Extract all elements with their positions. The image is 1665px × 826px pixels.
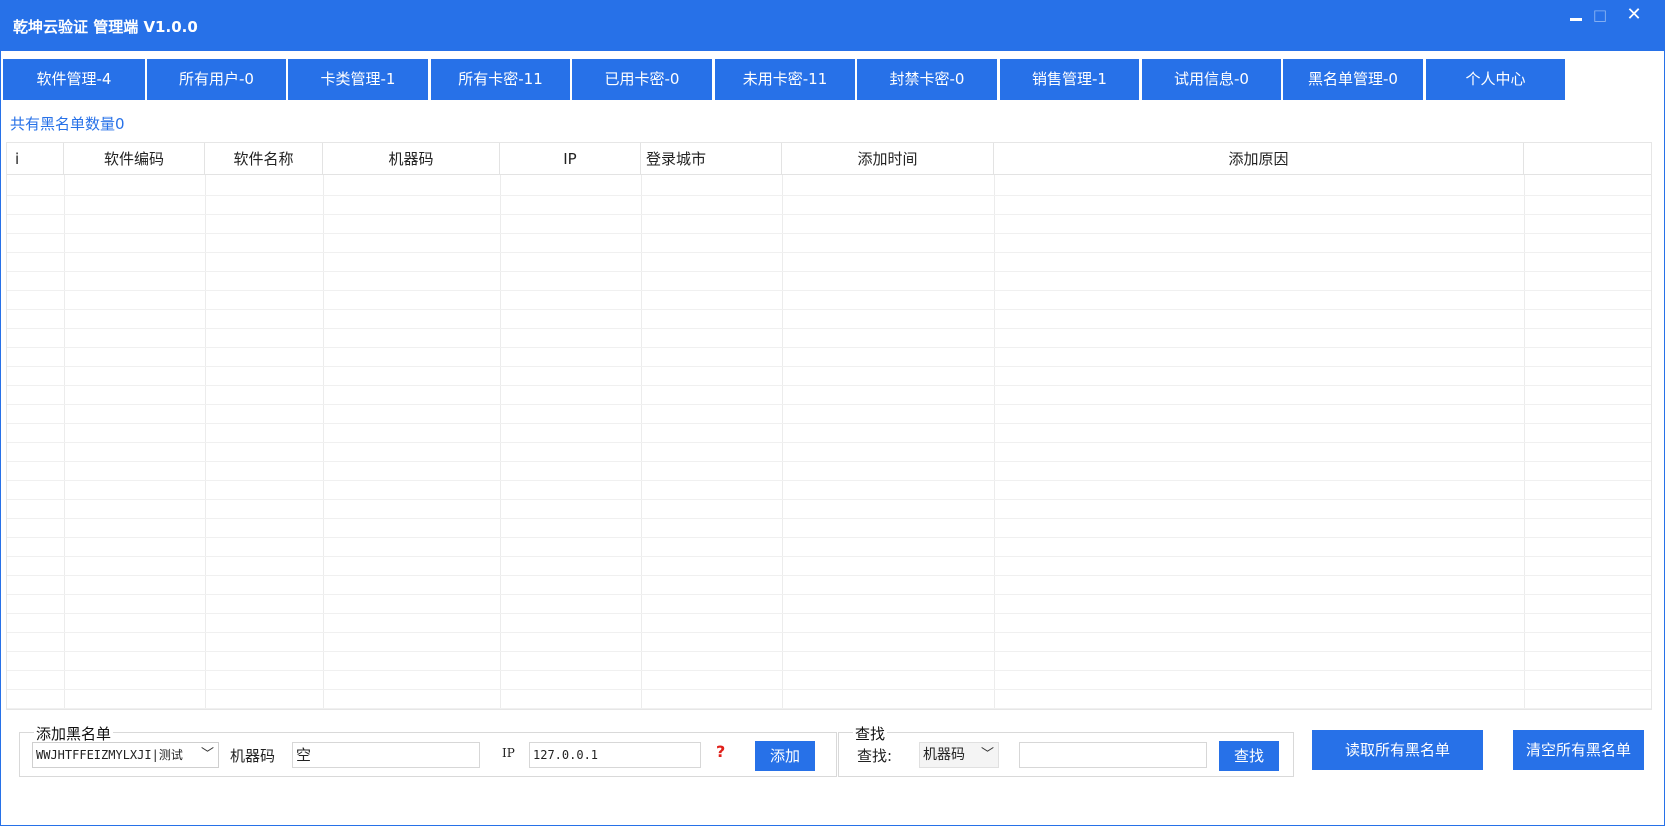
find-field-select-value: 机器码 [923, 747, 965, 763]
grid-row-line [7, 651, 1651, 652]
software-select[interactable]: WWJHTFFEIZMYLXJI|测试 ﹀ [32, 742, 219, 768]
tab-bar: 软件管理-4 所有用户-0 卡类管理-1 所有卡密-11 已用卡密-0 未用卡密… [3, 59, 1665, 100]
grid-row-line [7, 708, 1651, 709]
main-window: 乾坤云验证 管理端 V1.0.0 □ ✕ 软件管理-4 所有用户-0 卡类管理-… [0, 0, 1665, 826]
minimize-button[interactable] [1563, 4, 1589, 26]
grid-row-line [7, 423, 1651, 424]
col-add-time[interactable]: 添加时间 [782, 143, 994, 175]
help-icon[interactable]: ? [716, 742, 725, 761]
col-software-code[interactable]: 软件编码 [64, 143, 205, 175]
grid-row-line [7, 366, 1651, 367]
read-all-blacklist-button[interactable]: 读取所有黑名单 [1312, 730, 1483, 770]
grid-row-line [7, 518, 1651, 519]
maximize-button[interactable]: □ [1587, 4, 1613, 26]
chevron-down-icon: ﹀ [980, 747, 994, 762]
find-group-title: 查找 [853, 723, 888, 744]
grid-row-line [7, 575, 1651, 576]
grid-row-line [7, 252, 1651, 253]
grid-row-line [7, 309, 1651, 310]
grid-row-line [7, 328, 1651, 329]
tab-used-cards[interactable]: 已用卡密-0 [572, 59, 712, 100]
close-button[interactable]: ✕ [1621, 4, 1647, 26]
grid-row-line [7, 632, 1651, 633]
tab-banned-cards[interactable]: 封禁卡密-0 [857, 59, 997, 100]
grid-row-line [7, 442, 1651, 443]
tab-card-types[interactable]: 卡类管理-1 [288, 59, 428, 100]
col-add-reason[interactable]: 添加原因 [994, 143, 1524, 175]
title-bar[interactable]: 乾坤云验证 管理端 V1.0.0 □ ✕ [1, 1, 1665, 51]
grid-row-line [7, 404, 1651, 405]
ip-input[interactable]: 127.0.0.1 [529, 742, 701, 768]
tab-profile[interactable]: 个人中心 [1426, 59, 1565, 100]
find-query-input[interactable] [1019, 742, 1207, 768]
tab-trial-info[interactable]: 试用信息-0 [1142, 59, 1281, 100]
table-header: i 软件编码 软件名称 机器码 IP 登录城市 添加时间 添加原因 [7, 143, 1651, 175]
tab-unused-cards[interactable]: 未用卡密-11 [715, 59, 855, 100]
tab-sales[interactable]: 销售管理-1 [1000, 59, 1139, 100]
chevron-down-icon: ﹀ [200, 747, 214, 762]
machine-code-label: 机器码 [230, 747, 276, 765]
add-button[interactable]: 添加 [755, 741, 815, 771]
find-button[interactable]: 查找 [1219, 741, 1279, 771]
grid-row-line [7, 385, 1651, 386]
grid-row-line [7, 537, 1651, 538]
grid-row-line [7, 347, 1651, 348]
tab-users[interactable]: 所有用户-0 [147, 59, 286, 100]
window-title: 乾坤云验证 管理端 V1.0.0 [13, 18, 198, 36]
col-software-name[interactable]: 软件名称 [205, 143, 323, 175]
grid-row-line [7, 556, 1651, 557]
add-blacklist-title: 添加黑名单 [34, 723, 114, 744]
tab-all-cards[interactable]: 所有卡密-11 [431, 59, 570, 100]
add-blacklist-group: 添加黑名单 WWJHTFFEIZMYLXJI|测试 ﹀ 机器码 空 IP 127… [19, 723, 837, 777]
tab-blacklist[interactable]: 黑名单管理-0 [1283, 59, 1423, 100]
grid-row-line [7, 480, 1651, 481]
grid-row-line [7, 214, 1651, 215]
grid-row-line [7, 195, 1651, 196]
ip-label: IP [502, 746, 515, 760]
machine-code-input[interactable]: 空 [292, 742, 480, 768]
find-group: 查找 查找: 机器码 ﹀ 查找 [838, 723, 1294, 777]
grid-row-line [7, 689, 1651, 690]
grid-row-line [7, 461, 1651, 462]
grid-row-line [7, 233, 1651, 234]
grid-row-line [7, 271, 1651, 272]
close-icon: ✕ [1626, 4, 1642, 25]
grid-row-line [7, 594, 1651, 595]
grid-row-line [7, 613, 1651, 614]
col-login-city[interactable]: 登录城市 [641, 143, 782, 175]
col-ip[interactable]: IP [500, 143, 641, 175]
clear-all-blacklist-button[interactable]: 清空所有黑名单 [1513, 730, 1644, 770]
find-field-select[interactable]: 机器码 ﹀ [919, 742, 999, 768]
grid-row-line [7, 670, 1651, 671]
col-machine-code[interactable]: 机器码 [323, 143, 500, 175]
grid-row-line [7, 290, 1651, 291]
blacklist-count: 共有黑名单数量0 [10, 115, 125, 133]
minimize-icon [1570, 18, 1582, 21]
software-select-value: WWJHTFFEIZMYLXJI|测试 [36, 748, 183, 762]
blacklist-table[interactable]: i 软件编码 软件名称 机器码 IP 登录城市 添加时间 添加原因 [6, 142, 1652, 710]
grid-row-line [7, 499, 1651, 500]
tab-software[interactable]: 软件管理-4 [3, 59, 145, 100]
maximize-icon: □ [1592, 6, 1608, 24]
col-index[interactable]: i [7, 143, 64, 175]
find-label: 查找: [857, 747, 893, 765]
col-extra[interactable] [1524, 143, 1651, 175]
